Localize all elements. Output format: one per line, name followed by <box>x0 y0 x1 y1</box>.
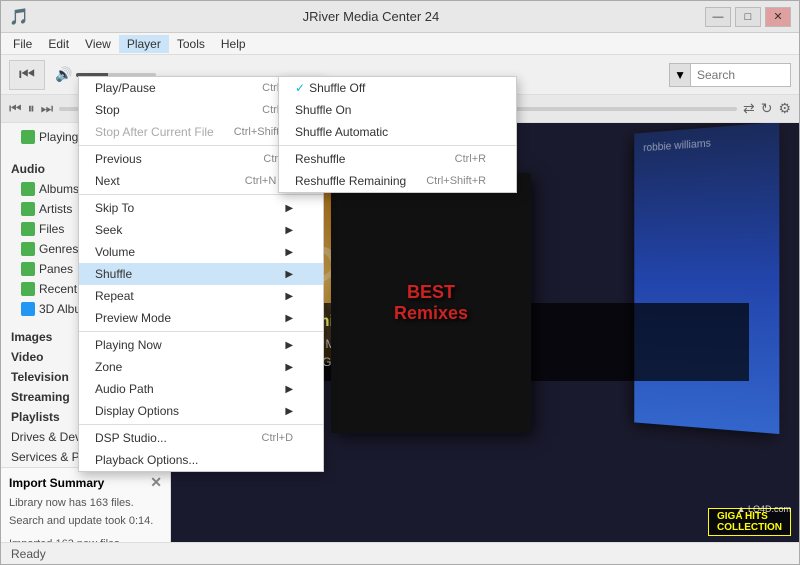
menu-tools[interactable]: Tools <box>169 35 213 53</box>
menu-sep-4 <box>79 424 323 425</box>
recent-icon <box>21 282 35 296</box>
playing-now-icon <box>21 130 35 144</box>
titlebar: 🎵 JRiver Media Center 24 — □ ✕ <box>1 1 799 33</box>
files-icon <box>21 222 35 236</box>
maximize-button[interactable]: □ <box>735 7 761 27</box>
shuffle-reshuffle[interactable]: Reshuffle Ctrl+R <box>279 148 516 170</box>
statusbar: Ready <box>1 542 799 564</box>
panes-icon <box>21 262 35 276</box>
shuffle-submenu: ✓Shuffle Off Shuffle On Shuffle Automati… <box>278 76 517 193</box>
menu-edit[interactable]: Edit <box>40 35 77 53</box>
app-icon: 🎵 <box>9 7 29 27</box>
menu-view[interactable]: View <box>77 35 119 53</box>
close-button[interactable]: ✕ <box>765 7 791 27</box>
menu-file[interactable]: File <box>5 35 40 53</box>
menu-skip-to[interactable]: Skip To ▶ <box>79 197 323 219</box>
album-art-best: BESTRemixes <box>331 173 531 433</box>
genres-icon <box>21 242 35 256</box>
album-art-robbie: robbie williams <box>634 123 779 434</box>
shuffle-icon[interactable]: ⇄ <box>743 100 755 117</box>
shuffle-on[interactable]: Shuffle On <box>279 99 516 121</box>
search-input[interactable] <box>691 63 791 87</box>
menu-volume[interactable]: Volume ▶ <box>79 241 323 263</box>
artists-icon <box>21 202 35 216</box>
import-summary-panel: Import Summary ✕ Library now has 163 fil… <box>1 467 170 542</box>
menu-display-options[interactable]: Display Options ▶ <box>79 400 323 422</box>
transport-playpause[interactable]: ⏸ <box>28 100 35 117</box>
menu-player[interactable]: Player <box>119 35 169 53</box>
import-summary-close[interactable]: ✕ <box>150 474 162 491</box>
albums-icon <box>21 182 35 196</box>
search-area: ▼ <box>669 63 791 87</box>
menu-sep-2 <box>79 194 323 195</box>
shuffle-off[interactable]: ✓Shuffle Off <box>279 77 516 99</box>
main-window: 🎵 JRiver Media Center 24 — □ ✕ File Edit… <box>0 0 800 565</box>
menu-playing-now[interactable]: Playing Now ▶ <box>79 334 323 356</box>
shuffle-reshuffle-remaining[interactable]: Reshuffle Remaining Ctrl+Shift+R <box>279 170 516 192</box>
import-summary-header: Import Summary ✕ <box>9 474 162 491</box>
menu-seek[interactable]: Seek ▶ <box>79 219 323 241</box>
menu-repeat[interactable]: Repeat ▶ <box>79 285 323 307</box>
settings-icon[interactable]: ⚙ <box>778 100 791 117</box>
menu-preview-mode[interactable]: Preview Mode ▶ <box>79 307 323 329</box>
menu-help[interactable]: Help <box>213 35 254 53</box>
title-bar-title: JRiver Media Center 24 <box>37 9 705 24</box>
repeat-icon[interactable]: ↻ <box>761 100 773 117</box>
menu-shuffle[interactable]: Shuffle ▶ <box>79 263 323 285</box>
lo4d-badge: ▲ LO4D.com <box>737 504 791 514</box>
menu-zone[interactable]: Zone ▶ <box>79 356 323 378</box>
menu-playback-options[interactable]: Playback Options... <box>79 449 323 471</box>
volume-icon: 🔊 <box>55 66 72 83</box>
status-text: Ready <box>11 547 46 561</box>
menubar: File Edit View Player Tools Help <box>1 33 799 55</box>
window-controls: — □ ✕ <box>705 7 791 27</box>
shuffle-automatic[interactable]: Shuffle Automatic <box>279 121 516 143</box>
import-summary-text: Library now has 163 files. Search and up… <box>9 495 162 542</box>
search-type-dropdown[interactable]: ▼ <box>669 63 691 87</box>
menu-sep-3 <box>79 331 323 332</box>
shuffle-sep <box>279 145 516 146</box>
rewind-button[interactable]: ⏮ <box>9 60 45 90</box>
minimize-button[interactable]: — <box>705 7 731 27</box>
menu-dsp-studio[interactable]: DSP Studio... Ctrl+D <box>79 427 323 449</box>
3d-albums-icon <box>21 302 35 316</box>
transport-prev[interactable]: ⏮ <box>9 100 22 117</box>
transport-next[interactable]: ⏭ <box>41 100 54 117</box>
menu-audio-path[interactable]: Audio Path ▶ <box>79 378 323 400</box>
